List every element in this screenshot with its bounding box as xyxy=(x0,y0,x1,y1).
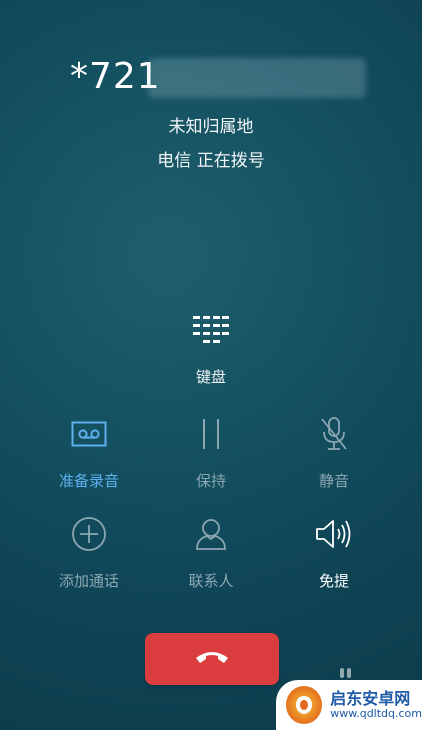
watermark: 启东安卓网 www.qdltdq.com xyxy=(276,680,422,730)
watermark-url: www.qdltdq.com xyxy=(330,706,422,720)
speaker-icon xyxy=(314,514,354,554)
plus-circle-icon xyxy=(69,514,109,554)
watermark-title: 启东安卓网 xyxy=(330,689,411,709)
keypad-label: 键盘 xyxy=(195,368,226,386)
phone-hangup-icon xyxy=(194,649,230,669)
contacts-button[interactable]: 联系人 xyxy=(151,514,271,591)
mute-button[interactable]: 静音 xyxy=(274,414,394,491)
record-button[interactable]: 准备录音 xyxy=(29,414,149,491)
caller-location: 未知归属地 xyxy=(168,117,254,137)
call-controls-grid: 准备录音 保持 静音 添加通话 联系人 免提 xyxy=(0,414,422,614)
hold-button[interactable]: 保持 xyxy=(151,414,271,491)
pause-icon xyxy=(191,414,231,454)
call-status: 电信 正在拨号 xyxy=(157,151,265,171)
speaker-label: 免提 xyxy=(318,572,349,590)
hold-label: 保持 xyxy=(195,472,226,490)
controls-row-1: 准备录音 保持 静音 xyxy=(0,414,422,514)
dialpad-icon xyxy=(193,316,229,346)
speaker-button[interactable]: 免提 xyxy=(274,514,394,591)
number-blur-mask xyxy=(148,58,366,98)
phone-number-row: *721 xyxy=(0,52,422,102)
page-dot xyxy=(347,668,351,678)
keypad-button[interactable]: 键盘 xyxy=(161,316,261,396)
watermark-logo-icon xyxy=(286,686,323,724)
page-dot xyxy=(340,668,344,678)
microphone-muted-icon xyxy=(314,414,354,454)
person-icon xyxy=(191,514,231,554)
controls-row-2: 添加通话 联系人 免提 xyxy=(0,514,422,614)
page-indicator xyxy=(340,668,351,678)
voicemail-record-icon xyxy=(69,414,109,454)
record-label: 准备录音 xyxy=(58,472,119,490)
add-call-label: 添加通话 xyxy=(58,572,119,590)
contacts-label: 联系人 xyxy=(188,572,234,590)
end-call-button[interactable] xyxy=(145,633,279,685)
mute-label: 静音 xyxy=(318,472,349,490)
add-call-button[interactable]: 添加通话 xyxy=(29,514,149,591)
watermark-text: 启东安卓网 www.qdltdq.com xyxy=(330,690,422,720)
